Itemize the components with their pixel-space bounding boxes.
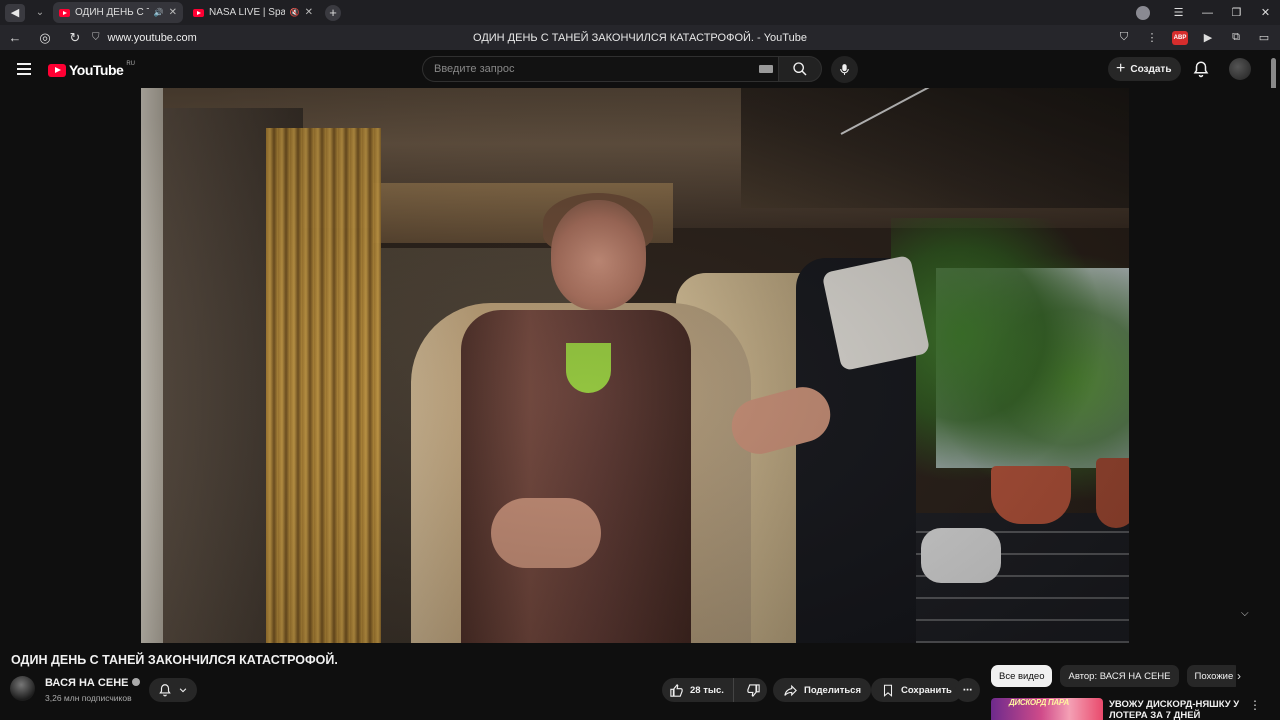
- thumbnail-text: ДИСКОРД ПАРА: [1009, 698, 1069, 707]
- youtube-header: YouTube RU + Создать: [0, 50, 1280, 88]
- search-button[interactable]: [778, 56, 822, 82]
- chip-related[interactable]: Похожие: [1186, 665, 1236, 687]
- url-text: www.youtube.com: [107, 31, 197, 44]
- keyboard-icon[interactable]: [759, 65, 773, 73]
- channel-name[interactable]: ВАСЯ НА СЕНЕ: [45, 677, 141, 689]
- like-count: 28 тыс.: [690, 684, 724, 696]
- back-icon[interactable]: ←: [0, 30, 30, 45]
- search-bar: [422, 56, 822, 82]
- subscriber-count: 3,26 млн подписчиков: [45, 693, 132, 703]
- guide-menu-icon[interactable]: [17, 63, 31, 75]
- share-button[interactable]: Поделиться: [773, 678, 872, 702]
- save-button[interactable]: Сохранить: [871, 678, 962, 702]
- menu-icon[interactable]: ☰: [1164, 6, 1193, 19]
- tab-list-chevron-icon[interactable]: ⌄: [31, 7, 49, 18]
- youtube-favicon-icon: [59, 8, 70, 17]
- video-frame[interactable]: [141, 88, 1129, 643]
- video-player[interactable]: [0, 88, 1280, 643]
- browser-tab-bar: ◀ ⌄ ОДИН ДЕНЬ С ТАНЕЙ 🔊 ✕ NASA LIVE | Sp…: [0, 0, 1280, 25]
- recommendation-title[interactable]: УВОЖУ ДИСКОРД-НЯШКУ У ЛОТЕРА ЗА 7 ДНЕЙ: [1109, 699, 1244, 720]
- subscription-bell-button[interactable]: [149, 678, 197, 702]
- tab-close-icon[interactable]: ✕: [169, 7, 177, 18]
- search-input[interactable]: [422, 56, 778, 82]
- microphone-icon: [840, 64, 849, 75]
- bell-icon: [1193, 61, 1209, 78]
- extensions-icon[interactable]: ⧉: [1228, 31, 1244, 44]
- youtube-favicon-icon: [193, 8, 204, 17]
- like-button[interactable]: 28 тыс.: [662, 678, 734, 702]
- channel-avatar[interactable]: [10, 676, 35, 701]
- bookmark-icon: [883, 684, 893, 697]
- account-avatar[interactable]: [1229, 58, 1251, 80]
- more-vert-icon[interactable]: ⋮: [1144, 31, 1160, 44]
- like-dislike-group: 28 тыс.: [662, 678, 767, 702]
- minimize-icon[interactable]: —: [1193, 7, 1222, 19]
- channel-row: ВАСЯ НА СЕНЕ 3,26 млн подписчиков 28 тыс…: [10, 676, 980, 704]
- restore-icon[interactable]: ❐: [1222, 6, 1251, 19]
- search-icon: [793, 62, 807, 76]
- chip-author[interactable]: Автор: ВАСЯ НА СЕНЕ: [1060, 665, 1179, 687]
- address-bar: ← ◎ ↻ ⛉ www.youtube.com ОДИН ДЕНЬ С ТАНЕ…: [0, 25, 1280, 50]
- tab-inactive[interactable]: NASA LIVE | SpaceX 🔇 ✕: [187, 2, 319, 23]
- verified-icon: [132, 678, 141, 686]
- video-title: ОДИН ДЕНЬ С ТАНЕЙ ЗАКОНЧИЛСЯ КАТАСТРОФОЙ…: [11, 653, 338, 667]
- adblock-icon[interactable]: ABP: [1172, 30, 1188, 45]
- youtube-logo-icon: [48, 63, 66, 77]
- extensions-bar: ⛉ ⋮ ABP ▶ ⧉ ▭: [1116, 25, 1272, 50]
- tab-title: ОДИН ДЕНЬ С ТАНЕЙ: [75, 7, 149, 18]
- dislike-button[interactable]: [740, 678, 767, 702]
- window-controls: ☰ — ❐ ✕: [1136, 0, 1280, 25]
- notifications-button[interactable]: [1192, 60, 1210, 78]
- vpn-icon[interactable]: ◎: [30, 30, 60, 46]
- close-window-icon[interactable]: ✕: [1251, 6, 1280, 19]
- reload-icon[interactable]: ↻: [60, 30, 90, 46]
- muted-speaker-icon[interactable]: 🔇: [290, 8, 300, 17]
- chip-all-videos[interactable]: Все видео: [991, 665, 1053, 687]
- tab-active[interactable]: ОДИН ДЕНЬ С ТАНЕЙ 🔊 ✕: [53, 2, 183, 23]
- thumb-down-icon: [747, 683, 760, 697]
- audio-playing-icon[interactable]: ◀: [5, 3, 25, 22]
- tab-title: NASA LIVE | SpaceX: [209, 7, 285, 18]
- collapse-chevron-icon[interactable]: ⌵: [1241, 608, 1249, 619]
- speaker-icon[interactable]: 🔊: [154, 8, 164, 17]
- region-code: RU: [126, 61, 135, 67]
- url-field[interactable]: ⛉ www.youtube.com: [92, 32, 197, 44]
- chevron-down-icon: [179, 688, 187, 693]
- related-filter-chips: Все видео Автор: ВАСЯ НА СЕНЕ Похожие: [991, 665, 1236, 687]
- chevron-right-icon[interactable]: ›: [1237, 669, 1241, 683]
- tab-close-icon[interactable]: ✕: [305, 7, 313, 18]
- more-vert-icon[interactable]: ⋮: [1249, 698, 1261, 712]
- recommendation-thumbnail[interactable]: ДИСКОРД ПАРА: [991, 698, 1103, 720]
- player-icon[interactable]: ▶: [1200, 31, 1216, 44]
- site-info-icon[interactable]: ⛉: [92, 32, 100, 43]
- thumb-up-icon: [670, 683, 683, 697]
- recommendation-item[interactable]: ДИСКОРД ПАРА УВОЖУ ДИСКОРД-НЯШКУ У ЛОТЕР…: [991, 698, 1271, 720]
- bookmark-icon[interactable]: ⛉: [1116, 31, 1132, 44]
- create-button[interactable]: + Создать: [1108, 57, 1182, 81]
- bell-icon: [159, 684, 171, 697]
- profile-icon[interactable]: [1136, 5, 1150, 20]
- new-tab-button[interactable]: +: [325, 4, 341, 21]
- more-actions-button[interactable]: ⋯: [955, 678, 980, 702]
- sidebar-icon[interactable]: ▭: [1256, 31, 1272, 44]
- share-icon: [784, 684, 797, 696]
- voice-search-button[interactable]: [831, 56, 858, 83]
- youtube-logo[interactable]: YouTube RU: [48, 61, 135, 78]
- plus-icon: +: [1116, 60, 1126, 77]
